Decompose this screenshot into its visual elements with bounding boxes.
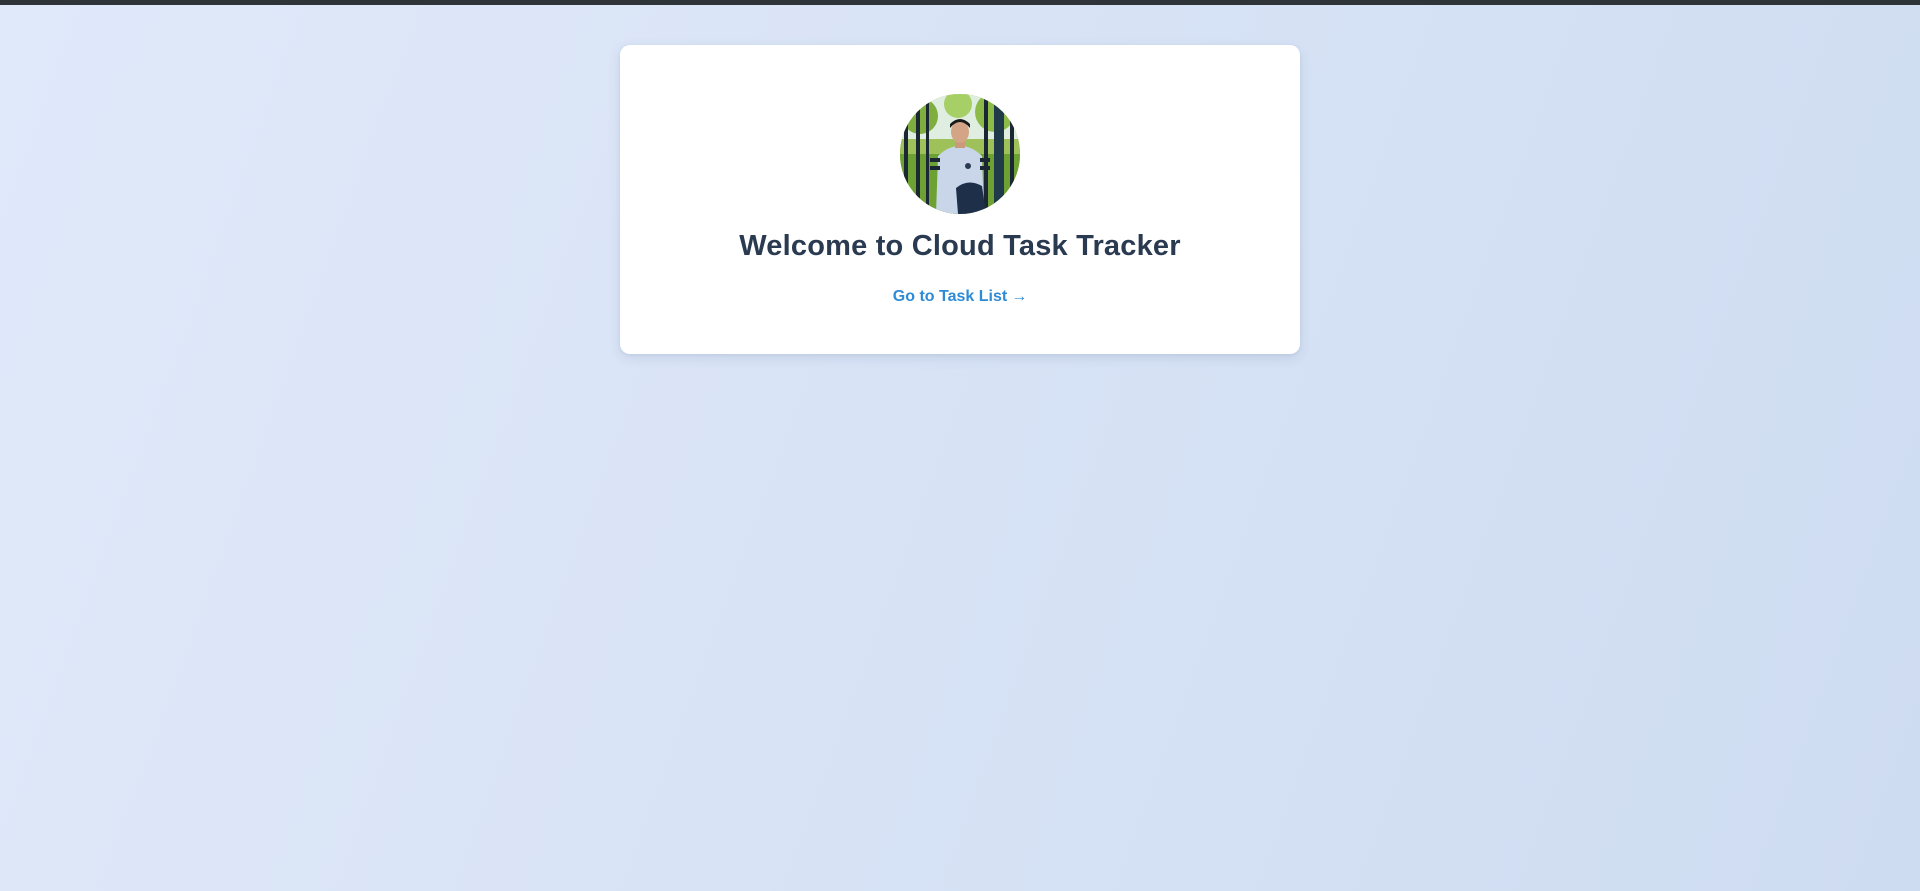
task-list-link-label: Go to Task List — [892, 288, 1008, 305]
page-title: Welcome to Cloud Task Tracker — [739, 230, 1181, 262]
task-list-link[interactable]: Go to Task List → — [620, 288, 1300, 306]
browser-top-bar — [0, 0, 1920, 5]
welcome-card: Welcome to Cloud Task Tracker Go to Task… — [620, 45, 1300, 354]
arrow-right-icon: → — [1011, 288, 1028, 305]
profile-photo-icon — [900, 94, 1020, 214]
profile-avatar — [900, 94, 1020, 214]
